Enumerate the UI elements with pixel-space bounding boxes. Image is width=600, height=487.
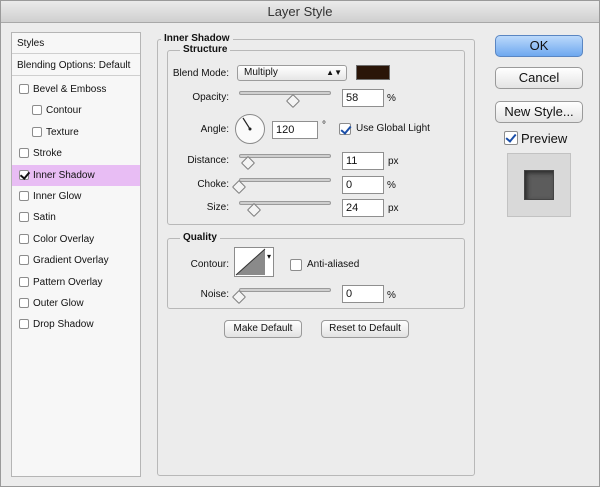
- style-item-gradient-overlay[interactable]: Gradient Overlay: [12, 250, 140, 271]
- style-item-label: Inner Shadow: [33, 170, 95, 181]
- style-item-label: Contour: [46, 105, 82, 116]
- layer-style-dialog: Layer Style Styles Blending Options: Def…: [0, 0, 600, 487]
- size-label: Size:: [206, 202, 229, 213]
- cancel-button[interactable]: Cancel: [495, 67, 583, 89]
- style-item-color-overlay[interactable]: Color Overlay: [12, 229, 140, 250]
- use-global-light-checkbox[interactable]: [339, 123, 351, 135]
- blending-options-item[interactable]: Blending Options: Default: [12, 55, 140, 76]
- opacity-label: Opacity:: [192, 92, 229, 103]
- style-item-checkbox[interactable]: [19, 191, 29, 201]
- opacity-input[interactable]: 58: [342, 89, 384, 107]
- anti-aliased-label: Anti-aliased: [307, 259, 360, 270]
- style-item-checkbox[interactable]: [32, 127, 42, 137]
- style-item-checkbox[interactable]: [19, 84, 29, 94]
- style-item-label: Satin: [33, 212, 56, 223]
- make-default-button[interactable]: Make Default: [224, 320, 302, 338]
- style-item-label: Color Overlay: [33, 234, 95, 245]
- size-unit: px: [388, 203, 399, 214]
- use-global-light-label: Use Global Light: [356, 123, 430, 134]
- distance-slider-track[interactable]: [239, 154, 331, 158]
- style-item-outer-glow[interactable]: Outer Glow: [12, 293, 140, 314]
- noise-label: Noise:: [200, 289, 229, 300]
- style-item-bevel-emboss[interactable]: Bevel & Emboss: [12, 79, 140, 100]
- angle-needle-icon: [242, 117, 252, 131]
- angle-input[interactable]: 120: [272, 121, 318, 139]
- style-item-checkbox[interactable]: [19, 234, 29, 244]
- svg-text:▾: ▾: [267, 252, 271, 261]
- style-item-checkbox[interactable]: [19, 255, 29, 265]
- preview-label: Preview: [521, 131, 568, 146]
- style-item-label: Gradient Overlay: [33, 255, 109, 266]
- size-input[interactable]: 24: [342, 199, 384, 217]
- anti-aliased-checkbox[interactable]: [290, 259, 302, 271]
- style-item-inner-shadow[interactable]: Inner Shadow: [12, 165, 140, 186]
- contour-label: Contour:: [190, 259, 229, 270]
- blend-mode-label: Blend Mode:: [172, 68, 229, 79]
- blend-mode-value: Multiply: [244, 67, 278, 78]
- choke-unit: %: [387, 180, 396, 191]
- angle-unit: °: [322, 120, 326, 131]
- angle-dial[interactable]: [235, 114, 265, 144]
- noise-unit: %: [387, 290, 396, 301]
- style-item-satin[interactable]: Satin: [12, 207, 140, 228]
- style-item-pattern-overlay[interactable]: Pattern Overlay: [12, 272, 140, 293]
- style-item-label: Texture: [46, 127, 79, 138]
- style-item-checkbox[interactable]: [19, 298, 29, 308]
- style-item-label: Bevel & Emboss: [33, 84, 107, 95]
- quality-title: Quality: [180, 232, 220, 244]
- choke-input[interactable]: 0: [342, 176, 384, 194]
- style-item-label: Stroke: [33, 148, 62, 159]
- style-item-checkbox[interactable]: [19, 170, 29, 180]
- style-item-texture[interactable]: Texture: [12, 122, 140, 143]
- shadow-color-swatch[interactable]: [356, 65, 390, 80]
- style-item-label: Pattern Overlay: [33, 277, 103, 288]
- window-title: Layer Style: [1, 1, 599, 23]
- preview-swatch: [524, 170, 554, 200]
- style-item-drop-shadow[interactable]: Drop Shadow: [12, 314, 140, 335]
- distance-unit: px: [388, 156, 399, 167]
- noise-input[interactable]: 0: [342, 285, 384, 303]
- blend-mode-select[interactable]: Multiply ▲▼: [237, 65, 347, 81]
- reset-to-default-button[interactable]: Reset to Default: [321, 320, 409, 338]
- style-item-checkbox[interactable]: [19, 277, 29, 287]
- style-item-contour[interactable]: Contour: [12, 100, 140, 121]
- style-item-label: Outer Glow: [33, 298, 84, 309]
- choke-label: Choke:: [197, 179, 229, 190]
- distance-input[interactable]: 11: [342, 152, 384, 170]
- style-item-checkbox[interactable]: [19, 319, 29, 329]
- style-item-label: Inner Glow: [33, 191, 82, 202]
- style-item-checkbox[interactable]: [19, 212, 29, 222]
- chevron-updown-icon: ▲▼: [326, 68, 342, 77]
- contour-picker[interactable]: ▾: [234, 247, 274, 277]
- style-item-checkbox[interactable]: [19, 148, 29, 158]
- preview-checkbox[interactable]: [504, 131, 518, 145]
- structure-title: Structure: [180, 44, 231, 56]
- choke-slider-track[interactable]: [239, 178, 331, 182]
- styles-list: Styles Blending Options: Default Bevel &…: [11, 32, 141, 477]
- distance-label: Distance:: [187, 155, 229, 166]
- style-item-checkbox[interactable]: [32, 105, 42, 115]
- noise-slider-track[interactable]: [239, 288, 331, 292]
- style-item-inner-glow[interactable]: Inner Glow: [12, 186, 140, 207]
- contour-curve-icon: ▾: [235, 248, 271, 276]
- style-item-label: Drop Shadow: [33, 319, 94, 330]
- opacity-slider-track[interactable]: [239, 91, 331, 95]
- style-item-stroke[interactable]: Stroke: [12, 143, 140, 164]
- preview-thumbnail: [507, 153, 571, 217]
- styles-header[interactable]: Styles: [12, 33, 140, 54]
- new-style-button[interactable]: New Style...: [495, 101, 583, 123]
- opacity-unit: %: [387, 93, 396, 104]
- angle-label: Angle:: [200, 124, 229, 135]
- ok-button[interactable]: OK: [495, 35, 583, 57]
